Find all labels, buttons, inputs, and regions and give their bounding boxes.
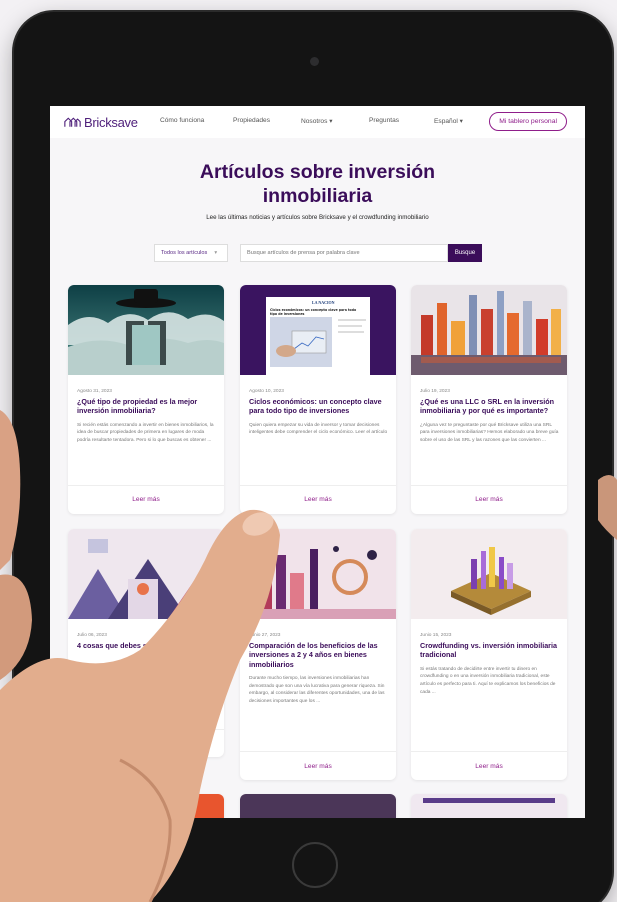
category-filter-select[interactable]: Todos los artículos ▾ [154, 244, 228, 262]
article-date: Junio 27, 2023 [249, 633, 281, 638]
card-divider [411, 485, 567, 486]
thumbnail-header-bar [423, 798, 555, 803]
card-divider [240, 485, 396, 486]
article-date: Junio 15, 2023 [420, 633, 452, 638]
brand-logo[interactable]: Bricksave [64, 115, 138, 130]
house-logo-icon [64, 116, 81, 127]
read-more-link[interactable]: Leer más [68, 496, 224, 503]
article-excerpt: Durante mucho tiempo, las inversiones in… [249, 676, 385, 704]
category-filter-value: Todos los artículos [161, 250, 208, 256]
search-bar: Todos los artículos ▾ Busque [154, 244, 482, 262]
article-title[interactable]: 4 cosas que debes s gestión de propied [77, 641, 216, 650]
article-date: Julio 06, 2023 [77, 633, 107, 638]
newspaper-header: LA NACION [312, 300, 335, 305]
page-subtitle: Lee las últimas noticias y artículos sob… [206, 214, 429, 221]
article-excerpt: Quien quiera empezar su vida de inversor… [249, 422, 388, 436]
card-divider [240, 751, 396, 752]
search-button[interactable]: Busque [448, 244, 482, 262]
article-card[interactable]: Junio 27, 2023 Comparación de los benefi… [240, 529, 396, 780]
read-more-link[interactable]: Leer más [240, 496, 396, 503]
chevron-down-icon: ▾ [214, 250, 218, 256]
article-thumbnail [68, 529, 224, 619]
search-input[interactable] [240, 244, 448, 262]
nav-como-funciona[interactable]: Cómo funciona [160, 117, 204, 124]
newspaper-headline: Ciclos económicos: un concepto clave par… [270, 308, 357, 316]
browser-screen: Bricksave Cómo funciona Propiedades Noso… [50, 106, 585, 818]
top-navbar: Bricksave Cómo funciona Propiedades Noso… [50, 106, 585, 138]
article-card[interactable]: LA NACION Ciclos económicos: un concepto… [240, 285, 396, 514]
article-thumbnail [411, 529, 567, 619]
read-more-link[interactable]: Leer más [240, 763, 396, 770]
article-card[interactable]: Julio 19, 2023 ¿Qué es una LLC o SRL en … [411, 285, 567, 514]
article-title[interactable]: ¿Qué tipo de propiedad es la mejor inver… [77, 397, 216, 416]
page-title: Artículos sobre inversión inmobiliaria [50, 160, 585, 208]
read-more-link[interactable]: Leer más [411, 763, 567, 770]
card-divider [411, 751, 567, 752]
tablet-device: Bricksave Cómo funciona Propiedades Noso… [14, 12, 612, 902]
brand-name: Bricksave [84, 114, 138, 130]
nav-preguntas[interactable]: Preguntas [369, 117, 399, 124]
article-thumbnail: LA NACION Ciclos económicos: un concepto… [240, 285, 396, 375]
nav-propiedades[interactable]: Propiedades [233, 117, 270, 124]
article-title[interactable]: Comparación de los beneficios de las inv… [249, 641, 388, 669]
nav-nosotros[interactable]: Nosotros ▾ [301, 117, 333, 125]
article-card-partial[interactable] [68, 794, 224, 818]
article-card-partial[interactable] [240, 794, 396, 818]
article-card[interactable]: Junio 15, 2023 Crowdfunding vs. inversió… [411, 529, 567, 780]
article-excerpt: Si estás tratando de decidirte entre inv… [420, 666, 556, 695]
article-date: Julio 19, 2023 [420, 389, 450, 394]
article-card[interactable]: Julio 06, 2023 4 cosas que debes s gesti… [68, 529, 224, 757]
read-more-link[interactable]: Leer más [411, 496, 567, 503]
article-title[interactable]: Crowdfunding vs. inversión inmobiliaria … [420, 641, 559, 660]
page-title-line1: Artículos sobre inversión [199, 161, 436, 183]
card-divider [68, 485, 224, 486]
article-title[interactable]: Ciclos económicos: un concepto clave par… [249, 397, 388, 416]
article-excerpt: ¿Alguna vez te preguntaste por qué Brick… [420, 422, 559, 443]
article-date: Agosto 31, 2023 [77, 389, 112, 394]
article-card-partial[interactable] [411, 794, 567, 818]
home-button [292, 842, 338, 888]
article-excerpt: Si recién estás comenzando a invertir en… [77, 422, 214, 443]
article-thumbnail [68, 285, 224, 375]
laptop-photo [270, 317, 332, 367]
article-card[interactable]: Agosto 31, 2023 ¿Qué tipo de propiedad e… [68, 285, 224, 514]
newspaper-screenshot: LA NACION Ciclos económicos: un concepto… [266, 297, 370, 375]
card-divider [68, 729, 224, 730]
article-thumbnail [240, 529, 396, 619]
page-title-line2: inmobiliaria [262, 185, 373, 207]
article-title[interactable]: ¿Qué es una LLC o SRL en la inversión in… [420, 397, 559, 416]
article-thumbnail [411, 285, 567, 375]
camera-icon [310, 57, 319, 66]
read-more-link[interactable]: Leer más [68, 740, 224, 747]
nav-language-select[interactable]: Español ▾ [434, 117, 463, 125]
article-date: Agosto 10, 2023 [249, 389, 284, 394]
dashboard-button[interactable]: Mi tablero personal [489, 112, 567, 131]
